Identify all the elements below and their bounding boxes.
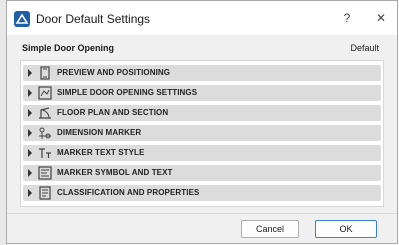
expand-arrow-icon[interactable]	[28, 69, 32, 77]
title-bar: Door Default Settings ? ✕	[7, 1, 397, 35]
section-label: MARKER SYMBOL AND TEXT	[57, 168, 173, 177]
door-preview-icon	[38, 66, 52, 80]
section-label: SIMPLE DOOR OPENING SETTINGS	[57, 88, 198, 97]
marker-text-icon	[38, 146, 52, 160]
marker-symbol-icon	[38, 166, 52, 180]
help-button[interactable]: ?	[337, 9, 357, 27]
dimension-marker-icon	[38, 126, 52, 140]
expand-arrow-icon[interactable]	[28, 169, 32, 177]
section-label: DIMENSION MARKER	[57, 128, 142, 137]
classification-icon	[38, 186, 52, 200]
expand-arrow-icon[interactable]	[28, 89, 32, 97]
section-label: PREVIEW AND POSITIONING	[57, 68, 171, 77]
ok-button[interactable]: OK	[315, 220, 377, 238]
door-settings-icon	[38, 86, 52, 100]
default-label: Default	[350, 43, 379, 53]
section-dimension-marker[interactable]: DIMENSION MARKER	[23, 125, 381, 141]
settings-panel: PREVIEW AND POSITIONING SIMPLE DOOR OPEN…	[20, 60, 384, 207]
section-floor-plan-and-section[interactable]: FLOOR PLAN AND SECTION	[23, 105, 381, 121]
section-label: FLOOR PLAN AND SECTION	[57, 108, 169, 117]
close-button[interactable]: ✕	[371, 9, 391, 27]
element-type-heading: Simple Door Opening	[22, 43, 115, 53]
floor-plan-icon	[38, 106, 52, 120]
expand-arrow-icon[interactable]	[28, 109, 32, 117]
section-marker-symbol-and-text[interactable]: MARKER SYMBOL AND TEXT	[23, 165, 381, 181]
section-preview-and-positioning[interactable]: PREVIEW AND POSITIONING	[23, 65, 381, 81]
cancel-button[interactable]: Cancel	[241, 220, 299, 238]
section-simple-door-opening-settings[interactable]: SIMPLE DOOR OPENING SETTINGS	[23, 85, 381, 101]
section-label: MARKER TEXT STYLE	[57, 148, 145, 157]
expand-arrow-icon[interactable]	[28, 129, 32, 137]
footer-divider	[7, 213, 397, 214]
section-label: CLASSIFICATION AND PROPERTIES	[57, 188, 200, 197]
expand-arrow-icon[interactable]	[28, 189, 32, 197]
app-icon	[14, 11, 30, 27]
section-marker-text-style[interactable]: MARKER TEXT STYLE	[23, 145, 381, 161]
window-title: Door Default Settings	[36, 12, 151, 26]
door-default-settings-dialog: Door Default Settings ? ✕ Simple Door Op…	[6, 0, 398, 244]
section-classification-and-properties[interactable]: CLASSIFICATION AND PROPERTIES	[23, 185, 381, 201]
expand-arrow-icon[interactable]	[28, 149, 32, 157]
